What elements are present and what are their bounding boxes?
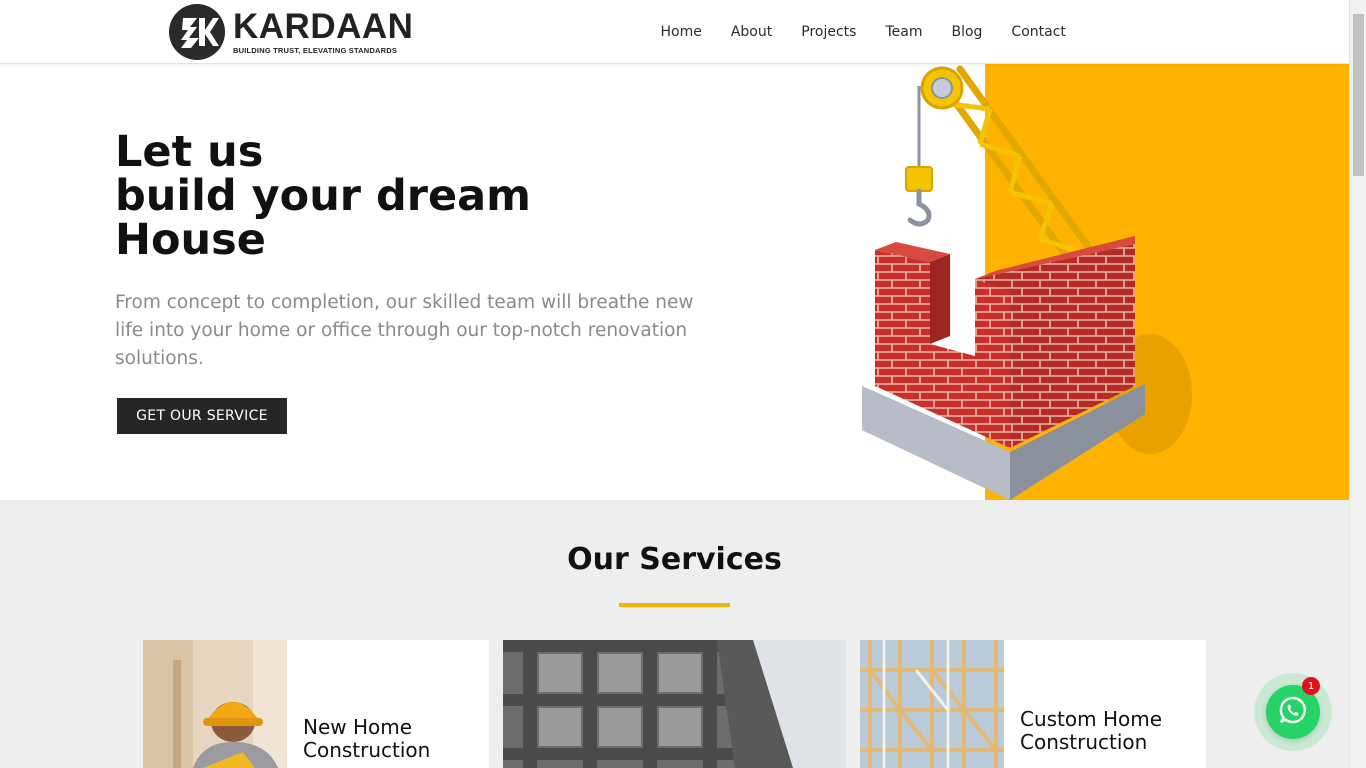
concrete-building-frame-photo	[503, 640, 846, 768]
logo[interactable]: KARDAAN BUILDING TRUST, ELEVATING STANDA…	[169, 4, 413, 60]
whatsapp-icon	[1278, 695, 1308, 730]
logo-mark-icon	[169, 4, 225, 60]
notification-badge: 1	[1302, 677, 1320, 695]
nav-home[interactable]: Home	[646, 22, 716, 42]
scrollbar-thumb[interactable]	[1353, 14, 1364, 176]
services-title: Our Services	[567, 542, 782, 577]
hero-section: Let us build your dream House From conce…	[0, 64, 1349, 500]
main-nav: Home About Projects Team Blog Contact	[646, 22, 1080, 42]
crane-brick-wall-illustration	[840, 64, 1349, 500]
get-our-service-button[interactable]: GET OUR SERVICE	[117, 398, 287, 434]
service-card-title: New Home Construction	[303, 715, 431, 762]
brand-tagline: BUILDING TRUST, ELEVATING STANDARDS	[233, 46, 398, 55]
hero-title-line-3: House	[115, 215, 266, 265]
page-scrollbar[interactable]	[1349, 0, 1366, 768]
hero-description: From concept to completion, our skilled …	[115, 292, 694, 369]
services-section: Our Services New Home Construction Custo…	[0, 500, 1349, 768]
site-header: KARDAAN BUILDING TRUST, ELEVATING STANDA…	[0, 0, 1349, 64]
nav-blog[interactable]: Blog	[937, 22, 997, 42]
service-card-building-frame[interactable]	[503, 640, 846, 768]
title-underline	[619, 603, 730, 607]
nav-about[interactable]: About	[716, 22, 786, 42]
service-card-title: Custom Home Construction	[1020, 707, 1163, 754]
hero-title-line-2: build your dream	[115, 171, 531, 221]
hero-title-line-1: Let us	[115, 127, 264, 177]
page: KARDAAN BUILDING TRUST, ELEVATING STANDA…	[0, 0, 1366, 768]
hero-title: Let us build your dream House	[115, 130, 531, 262]
service-card-new-home[interactable]: New Home Construction	[143, 640, 489, 768]
worker-hardhat-photo	[143, 640, 287, 768]
brand-name: KARDAAN	[233, 7, 414, 46]
service-card-custom-home[interactable]: Custom Home Construction	[860, 640, 1206, 768]
nav-projects[interactable]: Projects	[787, 22, 871, 42]
nav-contact[interactable]: Contact	[997, 22, 1080, 42]
wood-frame-structure-photo	[860, 640, 1004, 768]
nav-team[interactable]: Team	[871, 22, 937, 42]
